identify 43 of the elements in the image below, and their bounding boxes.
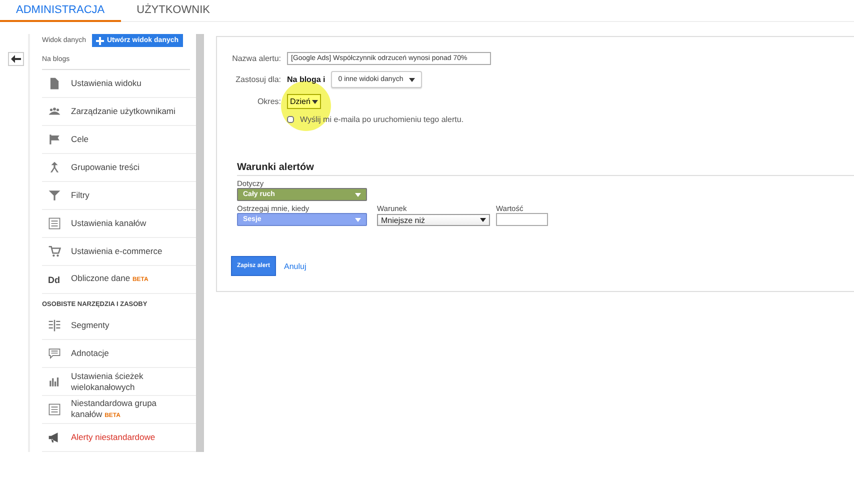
tab[interactable]: UŻYTKOWNIK — [120, 0, 226, 22]
cancel-link[interactable]: Anuluj — [284, 262, 306, 270]
view-name: Na bloga i — [287, 75, 326, 84]
bar-chart-icon — [48, 375, 61, 388]
caret-icon — [355, 218, 361, 222]
flag-icon — [48, 133, 61, 146]
merge-icon — [48, 161, 61, 174]
sidebar-item[interactable]: Alerty niestandardowe — [42, 424, 196, 452]
value-field[interactable] — [496, 213, 548, 226]
back-button[interactable] — [8, 52, 24, 66]
cart-icon — [48, 245, 61, 258]
dd-icon: Dd — [48, 274, 61, 284]
sidebar-item[interactable]: Ustawienia e-commerce — [42, 238, 196, 266]
sidebar-item[interactable]: Ustawienia kanałów — [42, 210, 196, 238]
sidebar-item[interactable]: Grupowanie treści — [42, 154, 196, 182]
caret-icon — [409, 78, 416, 82]
doc-icon — [48, 77, 61, 90]
apply-label: Zastosuj dla: — [234, 75, 281, 84]
comment-icon — [48, 347, 61, 360]
email-checkbox[interactable] — [287, 116, 294, 123]
condition-dropdown[interactable]: Mniejsze niż — [377, 214, 490, 226]
caret-icon — [312, 100, 318, 104]
segments-icon — [48, 319, 61, 332]
people-icon — [48, 105, 61, 118]
sliders-icon — [48, 217, 61, 230]
name-label: Nazwa alertu: — [231, 54, 281, 63]
sidebar-item[interactable]: Cele — [42, 126, 196, 154]
sidebar-item[interactable]: Ustawienia ścieżek wielokanałowych — [42, 368, 196, 396]
caret-icon — [480, 218, 486, 222]
plus-icon — [96, 36, 104, 44]
period-dropdown[interactable]: Dzień — [287, 94, 322, 109]
megaphone-icon — [48, 431, 61, 444]
sidebar-item[interactable]: Zarządzanie użytkownikami — [42, 98, 196, 126]
period-label: Okres: — [256, 97, 281, 106]
conditions-heading: Warunki alertów — [237, 162, 854, 176]
filter-icon — [48, 189, 61, 202]
sidebar-item[interactable]: Adnotacje — [42, 340, 196, 368]
sidebar-item[interactable]: Filtry — [42, 182, 196, 210]
sidebar-item[interactable]: Segmenty — [42, 312, 196, 340]
sliders-icon — [48, 403, 61, 416]
caret-icon — [355, 192, 361, 196]
tab[interactable]: ADMINISTRACJA — [0, 0, 121, 22]
sidebar-item[interactable]: Ustawienia widoku — [42, 70, 196, 98]
